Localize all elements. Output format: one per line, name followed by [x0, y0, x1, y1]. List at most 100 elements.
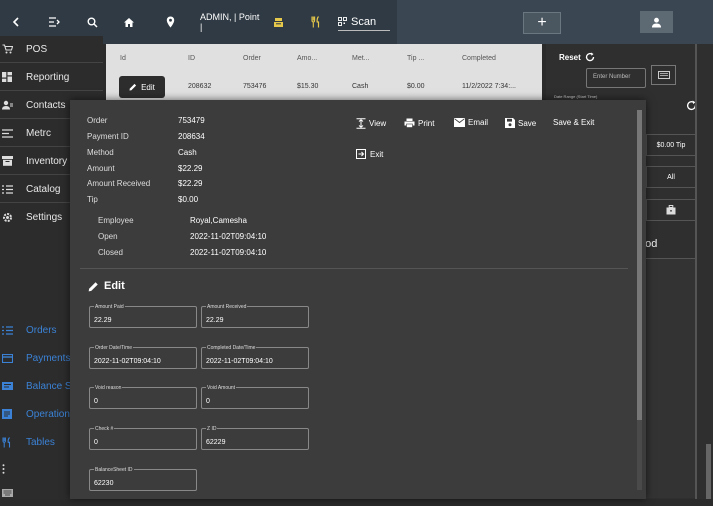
home-icon[interactable] [119, 0, 139, 44]
method-list [646, 258, 696, 498]
detail-label: Tip [87, 195, 98, 204]
exit-button[interactable]: Exit [356, 149, 383, 159]
field-value: 22.29 [94, 317, 112, 324]
reset-button[interactable]: Reset [559, 52, 595, 62]
detail-value: 753479 [178, 116, 205, 125]
table-cell: 11/2/2022 7:34:... [462, 83, 516, 90]
exit-icon [356, 149, 366, 159]
add-button[interactable]: + [523, 12, 561, 34]
detail-label: Amount Received [87, 179, 151, 188]
sidebar-item-label: Inventory [26, 155, 68, 167]
panel-scrollbar[interactable] [706, 444, 711, 499]
save-button[interactable]: Save [505, 118, 536, 128]
restaurant-icon[interactable] [306, 0, 326, 44]
scrollbar-thumb[interactable] [637, 110, 642, 420]
field-label: Void Amount [206, 385, 237, 391]
edit-label: Edit [141, 82, 155, 92]
expand-vertical-icon [356, 118, 366, 129]
more-vertical-icon [2, 464, 16, 474]
cart-icon [2, 44, 16, 54]
field-value: 0 [94, 398, 98, 405]
check-number-field[interactable]: Check # 0 [89, 426, 197, 450]
detail-label: Method [87, 148, 114, 157]
detail-value: Cash [178, 148, 197, 157]
field-label: Amount Paid [94, 304, 125, 310]
column-header[interactable]: Order [243, 55, 261, 62]
register-icon[interactable] [268, 0, 288, 44]
refresh-icon [585, 52, 594, 62]
edit-section-title: Edit [88, 280, 125, 292]
row-edit-button[interactable]: Edit [119, 76, 165, 98]
user-location-label: ADMIN, | Point | [200, 12, 260, 32]
z-id-field[interactable]: Z ID 62229 [201, 426, 309, 450]
contacts-icon [2, 100, 16, 110]
field-value: 62229 [206, 439, 226, 446]
order-datetime-field[interactable]: Order Date/Time 2022-11-02T09:04:10 [89, 345, 197, 369]
sidebar-item-label: Metrc [26, 127, 51, 139]
pencil-icon [88, 281, 98, 291]
payments-icon [2, 353, 16, 363]
save-exit-button[interactable]: Save & Exit [553, 118, 594, 127]
location-icon[interactable] [160, 0, 180, 44]
scan-input[interactable]: Scan [338, 13, 390, 31]
print-button[interactable]: Print [404, 118, 434, 128]
detail-value: $0.00 [178, 195, 199, 204]
column-header[interactable]: Id [120, 55, 126, 62]
print-label: Print [418, 118, 435, 128]
date-range-label: Date Range (Start Time) [554, 94, 598, 99]
plus-icon: + [537, 14, 547, 31]
table-cell: 753476 [243, 83, 267, 90]
balancesheet-id-field[interactable]: BalanceSheet ID 62230 [89, 467, 197, 491]
column-header[interactable]: ID [188, 55, 195, 62]
account-button[interactable] [640, 11, 673, 33]
mail-icon [454, 118, 465, 127]
table-cell: $0.00 [407, 83, 425, 90]
meta-label: Closed [98, 248, 123, 257]
detail-value: 208634 [178, 132, 205, 141]
field-value: 0 [94, 439, 98, 446]
keypad-button[interactable] [651, 65, 676, 85]
sidebar-item-reporting[interactable]: Reporting [0, 64, 103, 90]
view-button[interactable]: View [356, 118, 386, 129]
column-header[interactable]: Completed [462, 55, 496, 62]
field-label: Order Date/Time [94, 345, 134, 351]
void-amount-field[interactable]: Void Amount 0 [201, 385, 309, 409]
email-label: Email [468, 118, 489, 127]
field-value: 2022-11-02T09:04:10 [94, 358, 161, 365]
payment-detail-dialog: Order 753479 Payment ID 208634 Method Ca… [70, 100, 646, 499]
exit-label: Exit [370, 149, 384, 159]
dialog-scrollbar[interactable] [637, 110, 642, 490]
dashboard-icon [2, 72, 16, 82]
view-label: View [369, 119, 387, 128]
table-cell: Cash [352, 83, 369, 90]
pencil-icon [129, 83, 137, 91]
email-button[interactable]: Email [454, 118, 488, 127]
detail-value: $22.29 [178, 164, 203, 173]
sidebar-item-label: Settings [26, 211, 63, 223]
enter-number-input[interactable]: Enter Number [586, 68, 646, 88]
detail-value: $22.29 [178, 179, 203, 188]
completed-datetime-field[interactable]: Completed Date/Time 2022-11-02T09:04:10 [201, 345, 309, 369]
table-cell: $15.30 [297, 83, 319, 90]
all-filter-button[interactable]: All [646, 166, 696, 188]
keyboard-icon [657, 71, 670, 79]
column-header[interactable]: Met... [352, 55, 370, 62]
orders-icon [2, 325, 16, 335]
register-filter-button[interactable] [646, 199, 696, 221]
tables-icon [2, 436, 16, 448]
column-header[interactable]: Tip ... [407, 55, 424, 62]
void-reason-field[interactable]: Void reason 0 [89, 385, 197, 409]
top-bar: ADMIN, | Point | Scan + [0, 0, 713, 44]
tip-filter-button[interactable]: $0.00 Tip [646, 134, 696, 156]
scan-label: Scan [351, 15, 377, 28]
field-label: Check # [94, 426, 115, 432]
sidebar-item-label: Payments [26, 352, 71, 364]
meta-value: 2022-11-02T09:04:10 [190, 248, 267, 257]
field-value: 22.29 [206, 317, 224, 324]
detail-label: Amount [87, 164, 115, 173]
amount-received-field[interactable]: Amount Received 22.29 [201, 304, 309, 328]
payments-table: Id ID Order Amo... Met... Tip ... Comple… [106, 44, 542, 104]
sidebar-item-pos[interactable]: POS [0, 36, 103, 62]
column-header[interactable]: Amo... [297, 55, 317, 62]
amount-paid-field[interactable]: Amount Paid 22.29 [89, 304, 197, 328]
